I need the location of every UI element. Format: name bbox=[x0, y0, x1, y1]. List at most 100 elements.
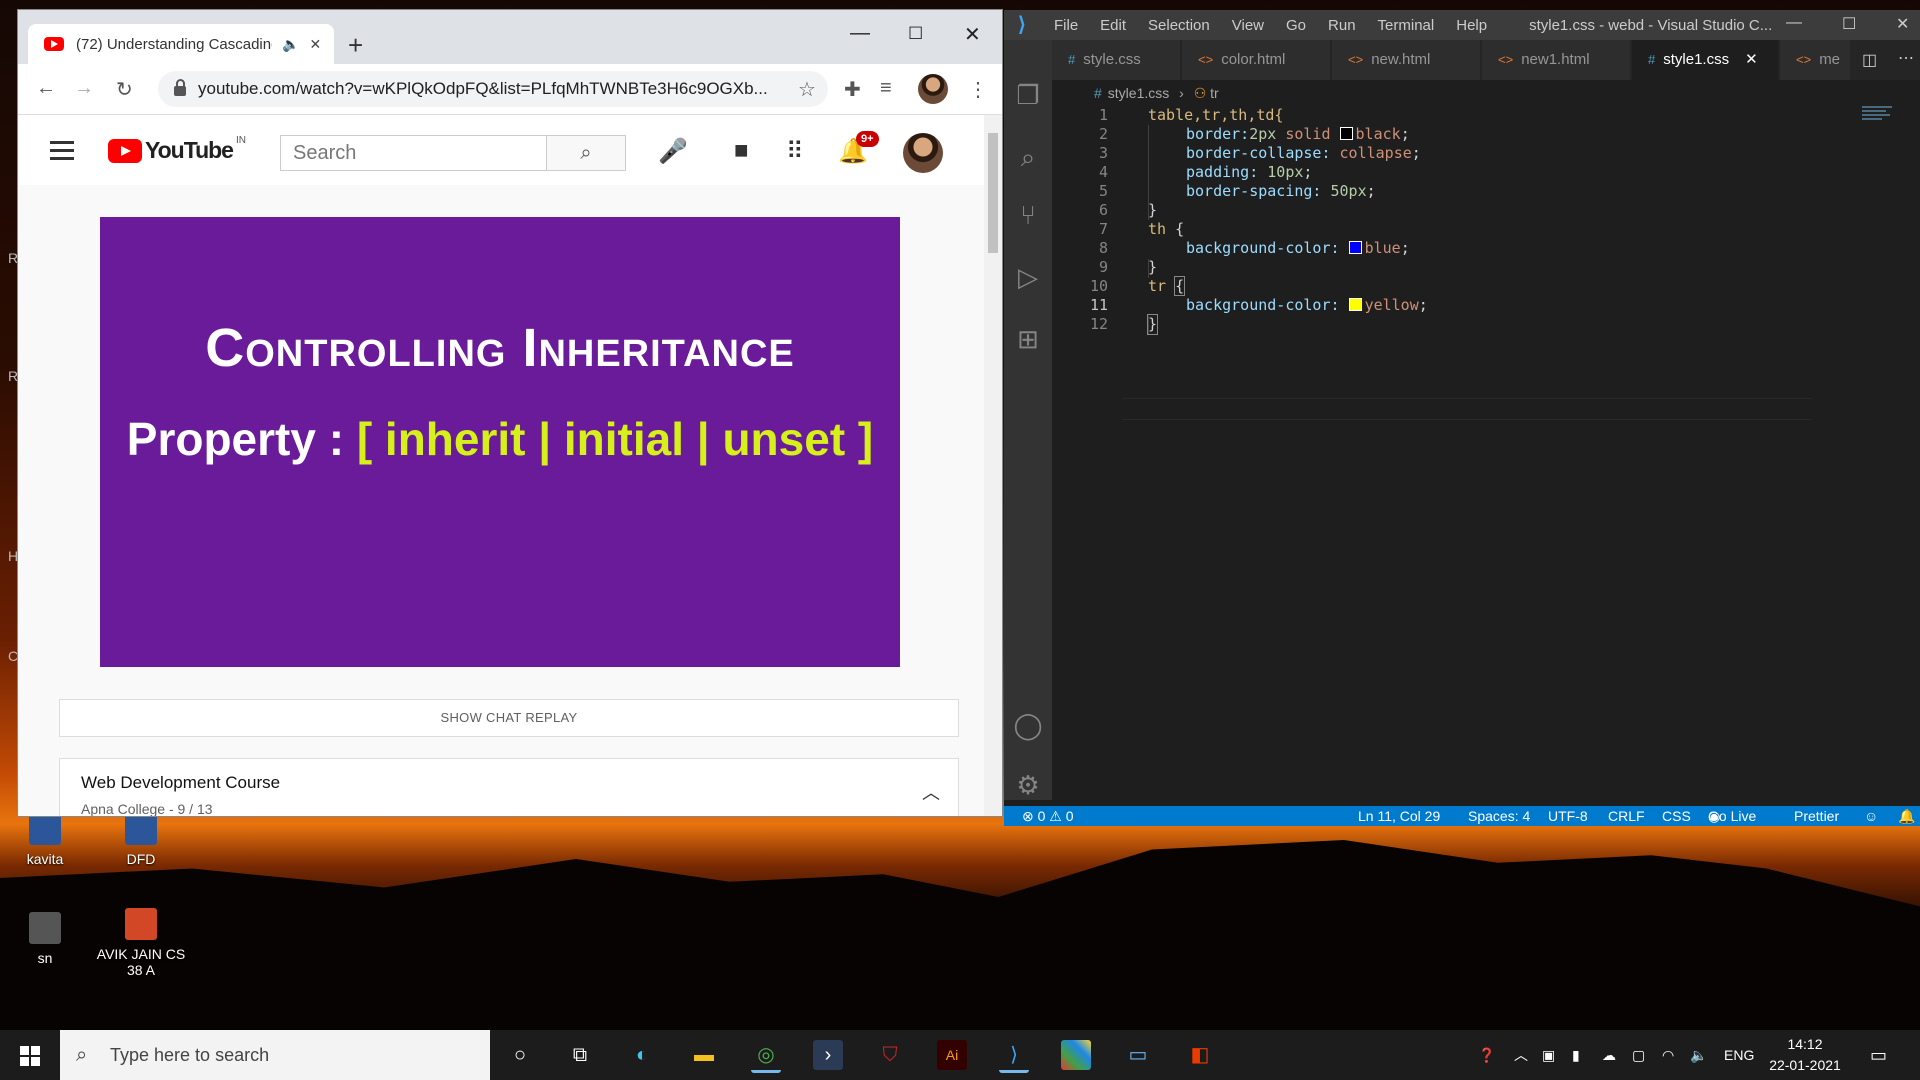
desktop-icon-sn[interactable]: sn bbox=[0, 912, 90, 966]
youtube-logo[interactable]: YouTube IN bbox=[108, 135, 246, 164]
system-clock[interactable]: 14:12 22-01-2021 bbox=[1760, 1034, 1850, 1076]
search-button[interactable]: ⌕ bbox=[546, 135, 626, 171]
extensions-icon[interactable]: ⊞ bbox=[1004, 324, 1052, 355]
create-video-icon[interactable]: ■ bbox=[734, 137, 749, 165]
new-tab-button[interactable]: + bbox=[348, 32, 363, 58]
run-debug-icon[interactable]: ▷ bbox=[1004, 262, 1052, 293]
source-control-icon[interactable]: ⑂ bbox=[1004, 200, 1052, 231]
split-editor-icon[interactable]: ◫ bbox=[1862, 50, 1877, 70]
desktop-icon-dfd[interactable]: DFD bbox=[96, 813, 186, 867]
menu-item-selection[interactable]: Selection bbox=[1148, 17, 1210, 34]
language-indicator[interactable]: ENG bbox=[1724, 1030, 1754, 1080]
color-swatch[interactable] bbox=[1339, 127, 1353, 140]
menu-item-file[interactable]: File bbox=[1054, 17, 1078, 34]
language-mode-status[interactable]: CSS bbox=[1662, 806, 1691, 826]
menu-item-edit[interactable]: Edit bbox=[1100, 17, 1126, 34]
apps-grid-icon[interactable]: ⠿ bbox=[786, 137, 804, 166]
explorer-files-icon[interactable]: ❐ bbox=[1004, 80, 1052, 111]
file-explorer-icon[interactable]: ▬ bbox=[689, 1040, 719, 1070]
maximize-icon[interactable]: ☐ bbox=[908, 24, 923, 44]
code-editor[interactable]: 1 table,tr,th,td{ 2 border:2px solid black… bbox=[1052, 106, 1920, 800]
vscode-taskbar-icon[interactable]: ⟩ bbox=[999, 1040, 1029, 1073]
cortana-icon[interactable]: ○ bbox=[505, 1040, 535, 1070]
office-icon[interactable]: ◧ bbox=[1185, 1040, 1215, 1070]
tab-new1-html[interactable]: <> new1.html bbox=[1482, 40, 1630, 80]
tab-new-html[interactable]: <> new.html bbox=[1332, 40, 1480, 80]
star-bookmark-icon[interactable]: ☆ bbox=[798, 77, 816, 102]
problems-status[interactable]: ⊗ 0 ⚠ 0 bbox=[1022, 806, 1074, 826]
address-bar[interactable]: youtube.com/watch?v=wKPlQkOdpFQ&list=PLf… bbox=[158, 71, 828, 107]
menu-kebab-icon[interactable]: ⋮ bbox=[968, 77, 988, 102]
minimap[interactable] bbox=[1862, 106, 1912, 136]
taskbar-search-box[interactable]: ⌕ Type here to search bbox=[60, 1030, 490, 1080]
browser-tab-youtube[interactable]: (72) Understanding Cascading 🔈 ✕ bbox=[28, 24, 334, 64]
battery-icon[interactable]: ▮ bbox=[1572, 1030, 1580, 1080]
tab-color-html[interactable]: <> color.html bbox=[1182, 40, 1330, 80]
close-window-icon[interactable]: ✕ bbox=[1896, 14, 1909, 34]
menu-item-terminal[interactable]: Terminal bbox=[1378, 17, 1435, 34]
scrollbar-thumb[interactable] bbox=[988, 133, 998, 253]
notification-center-icon[interactable]: ▭ bbox=[1870, 1030, 1887, 1080]
media-queue-icon[interactable]: ≡ bbox=[880, 77, 892, 100]
chevron-up-icon[interactable]: ︿ bbox=[1514, 1030, 1528, 1080]
back-arrow-icon[interactable]: ← bbox=[36, 77, 56, 100]
computer-app-icon[interactable]: ▭ bbox=[1123, 1040, 1153, 1070]
mcafee-shield-icon[interactable]: ⛉ bbox=[875, 1040, 905, 1070]
settings-gear-icon[interactable]: ⚙ bbox=[1004, 770, 1052, 801]
display-icon[interactable]: ▢ bbox=[1632, 1030, 1645, 1080]
illustrator-icon[interactable]: Ai bbox=[937, 1040, 967, 1070]
breadcrumb-symbol[interactable]: tr bbox=[1210, 85, 1219, 101]
windows-start-icon[interactable] bbox=[20, 1046, 40, 1066]
account-avatar[interactable] bbox=[903, 133, 943, 173]
color-swatch[interactable] bbox=[1348, 241, 1362, 254]
tab-style-css[interactable]: # style.css bbox=[1052, 40, 1180, 80]
colorful-app-icon[interactable] bbox=[1061, 1040, 1091, 1070]
desktop-icon-kavita[interactable]: kavita bbox=[0, 813, 90, 867]
search-icon[interactable]: ⌕ bbox=[1004, 142, 1052, 174]
notification-bell-icon[interactable]: 🔔 bbox=[1898, 806, 1915, 826]
onedrive-cloud-icon[interactable]: ☁ bbox=[1602, 1030, 1616, 1080]
eol-status[interactable]: CRLF bbox=[1608, 806, 1645, 826]
forward-arrow-icon[interactable]: → bbox=[74, 77, 94, 100]
minimize-icon[interactable]: — bbox=[1786, 14, 1802, 32]
wifi-icon[interactable]: ◠ bbox=[1662, 1030, 1674, 1080]
color-swatch[interactable] bbox=[1348, 298, 1362, 311]
chrome-browser-icon[interactable]: ◎ bbox=[751, 1040, 781, 1073]
close-window-icon[interactable]: ✕ bbox=[964, 22, 981, 47]
menu-item-view[interactable]: View bbox=[1232, 17, 1264, 34]
encoding-status[interactable]: UTF-8 bbox=[1548, 806, 1588, 826]
powershell-icon[interactable]: › bbox=[813, 1040, 843, 1070]
cursor-position-status[interactable]: Ln 11, Col 29 bbox=[1358, 806, 1440, 826]
extensions-puzzle-icon[interactable]: ✚ bbox=[844, 77, 861, 102]
speaker-icon[interactable]: 🔈 bbox=[282, 36, 299, 53]
menu-item-help[interactable]: Help bbox=[1456, 17, 1487, 34]
hamburger-menu-icon[interactable] bbox=[50, 141, 74, 165]
edge-browser-icon[interactable]: ◐ bbox=[627, 1040, 657, 1070]
feedback-icon[interactable]: ☺ bbox=[1864, 806, 1878, 826]
more-actions-icon[interactable]: ⋯ bbox=[1898, 48, 1914, 68]
video-player[interactable]: Controlling Inheritance Property : [ inh… bbox=[100, 217, 900, 667]
help-icon[interactable]: ❓ bbox=[1478, 1030, 1495, 1080]
youtube-search-input[interactable]: Search bbox=[280, 135, 546, 171]
playlist-panel[interactable]: Web Development Course Apna College - 9 … bbox=[59, 758, 959, 816]
prettier-status[interactable]: Prettier bbox=[1794, 806, 1839, 826]
microphone-icon[interactable]: 🎤 bbox=[658, 137, 688, 166]
profile-avatar[interactable] bbox=[918, 74, 948, 104]
indentation-status[interactable]: Spaces: 4 bbox=[1468, 806, 1530, 826]
menu-item-run[interactable]: Run bbox=[1328, 17, 1356, 34]
show-chat-replay-button[interactable]: SHOW CHAT REPLAY bbox=[59, 699, 959, 737]
task-view-icon[interactable]: ⧉ bbox=[565, 1040, 595, 1070]
page-scrollbar[interactable] bbox=[984, 115, 1002, 816]
close-tab-icon[interactable]: ✕ bbox=[309, 36, 321, 53]
tab-partial[interactable]: <> me bbox=[1780, 40, 1850, 80]
breadcrumb-file[interactable]: style1.css bbox=[1108, 85, 1169, 101]
tab-style1-css[interactable]: # style1.css ✕ bbox=[1632, 40, 1778, 80]
account-icon[interactable]: ◯ bbox=[1004, 710, 1052, 741]
volume-icon[interactable]: 🔈 bbox=[1690, 1030, 1707, 1080]
menu-item-go[interactable]: Go bbox=[1286, 17, 1306, 34]
minimize-icon[interactable]: — bbox=[850, 22, 870, 45]
chevron-up-icon[interactable]: ︿ bbox=[922, 779, 940, 805]
reload-icon[interactable]: ↻ bbox=[116, 77, 133, 102]
close-tab-icon[interactable]: ✕ bbox=[1745, 51, 1758, 68]
desktop-icon-avik-jain[interactable]: AVIK JAIN CS 38 A bbox=[96, 908, 186, 978]
